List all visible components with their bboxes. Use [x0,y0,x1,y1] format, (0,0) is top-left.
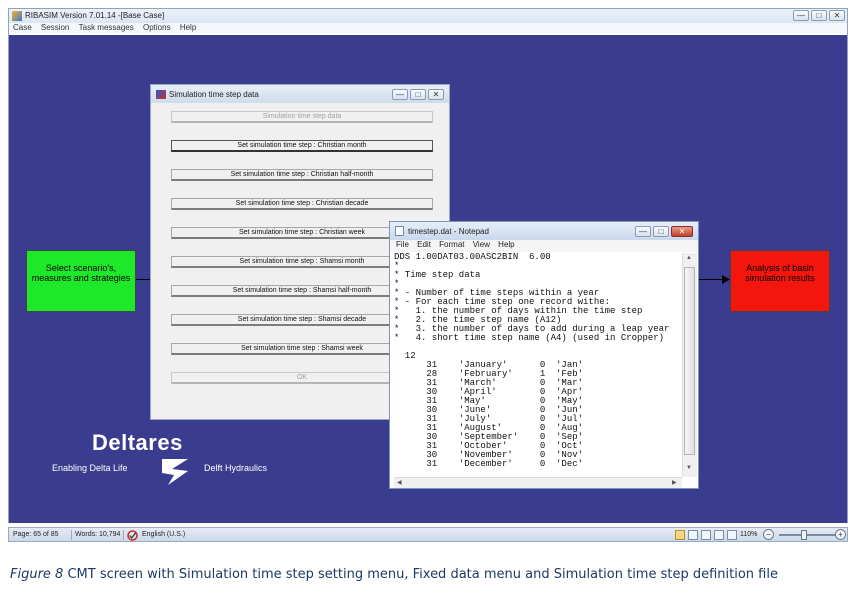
scroll-right-icon[interactable]: ▶ [672,479,677,486]
notepad-menu-edit[interactable]: Edit [417,240,431,249]
app-menu-bar: Case Session Task messages Options Help [9,23,847,34]
word-count[interactable]: Words: 10,794 [75,531,120,538]
notepad-menu-bar: File Edit Format View Help [390,240,698,252]
notepad-title-bar: timestep.dat - Notepad — □ ✕ [390,222,698,240]
notepad-menu-view[interactable]: View [473,240,490,249]
maximize-button[interactable]: □ [811,10,827,21]
figure-label: Figure 8 [10,567,64,582]
figure-caption-text: CMT screen with Simulation time step set… [63,567,778,582]
christian-decade-button[interactable]: Set simulation time step : Christian dec… [171,198,433,210]
sim-minimize-button[interactable]: — [392,89,408,100]
zoom-in-button[interactable]: + [835,529,846,540]
print-layout-view-icon[interactable] [675,530,685,540]
zoom-level[interactable]: 110% [740,531,757,538]
scroll-left-icon[interactable]: ◀ [397,479,402,486]
delft-hydraulics-label: Delft Hydraulics [204,463,268,473]
menu-case[interactable]: Case [13,23,32,32]
ribasim-app-icon [156,90,166,99]
simulation-time-step-data-button[interactable]: Simulation time step data [171,111,433,123]
notepad-minimize-button[interactable]: — [635,226,651,237]
sim-maximize-button[interactable]: □ [410,89,426,100]
sim-dialog-title-bar: Simulation time step data — □ ✕ [151,85,449,103]
close-button[interactable]: ✕ [829,10,845,21]
proofing-icon[interactable] [127,530,138,541]
christian-month-button[interactable]: Set simulation time step : Christian mon… [171,140,433,152]
outline-view-icon[interactable] [714,530,724,540]
web-layout-view-icon[interactable] [701,530,711,540]
deltares-tagline: Enabling Delta Life [52,463,128,473]
deltares-emblem-icon [162,459,188,485]
minimize-button[interactable]: — [793,10,809,21]
zoom-slider[interactable] [779,534,841,536]
select-scenarios-box[interactable]: Select scenario's, measures and strategi… [26,250,136,312]
zoom-out-button[interactable]: − [763,529,774,540]
deltares-logo-text: Deltares [92,430,183,455]
ribasim-logo-icon [12,11,22,21]
notepad-menu-file[interactable]: File [396,240,409,249]
menu-session[interactable]: Session [41,23,69,32]
notepad-close-button[interactable]: ✕ [671,226,693,237]
language-indicator[interactable]: English (U.S.) [142,531,185,538]
notepad-text-area[interactable]: DDS 1.00DAT03.00ASC2BIN 6.00 * * Time st… [394,253,682,477]
notepad-horizontal-scrollbar[interactable]: ◀ ▶ [394,477,682,488]
christian-half-month-button[interactable]: Set simulation time step : Christian hal… [171,169,433,181]
word-status-bar: Page: 65 of 85 Words: 10,794 English (U.… [8,527,848,542]
analysis-results-box[interactable]: Analysis of basin simulation results [730,250,830,312]
menu-help[interactable]: Help [180,23,196,32]
sim-close-button[interactable]: ✕ [428,89,444,100]
notepad-maximize-button[interactable]: □ [653,226,669,237]
notepad-menu-help[interactable]: Help [498,240,514,249]
figure-caption: Figure 8 CMT screen with Simulation time… [10,565,840,585]
draft-view-icon[interactable] [727,530,737,540]
scrollbar-thumb[interactable] [684,267,695,455]
notepad-title: timestep.dat - Notepad [408,227,489,236]
scroll-down-icon[interactable]: ▼ [686,465,692,471]
zoom-slider-thumb[interactable] [801,530,807,540]
notepad-menu-format[interactable]: Format [439,240,464,249]
full-screen-reading-view-icon[interactable] [688,530,698,540]
notepad-icon [395,226,404,236]
menu-task-messages[interactable]: Task messages [79,23,134,32]
scroll-up-icon[interactable]: ▲ [686,255,692,261]
page-count[interactable]: Page: 65 of 85 [13,531,59,538]
sim-dialog-title: Simulation time step data [169,90,259,99]
notepad-vertical-scrollbar[interactable]: ▲ ▼ [682,253,697,477]
notepad-window: timestep.dat - Notepad — □ ✕ File Edit F… [389,221,699,489]
flow-arrow-icon [722,275,730,284]
menu-options[interactable]: Options [143,23,171,32]
app-title: RIBASIM Version 7.01.14 -[Base Case] [25,11,165,20]
app-title-bar: RIBASIM Version 7.01.14 -[Base Case] — □… [9,9,847,23]
